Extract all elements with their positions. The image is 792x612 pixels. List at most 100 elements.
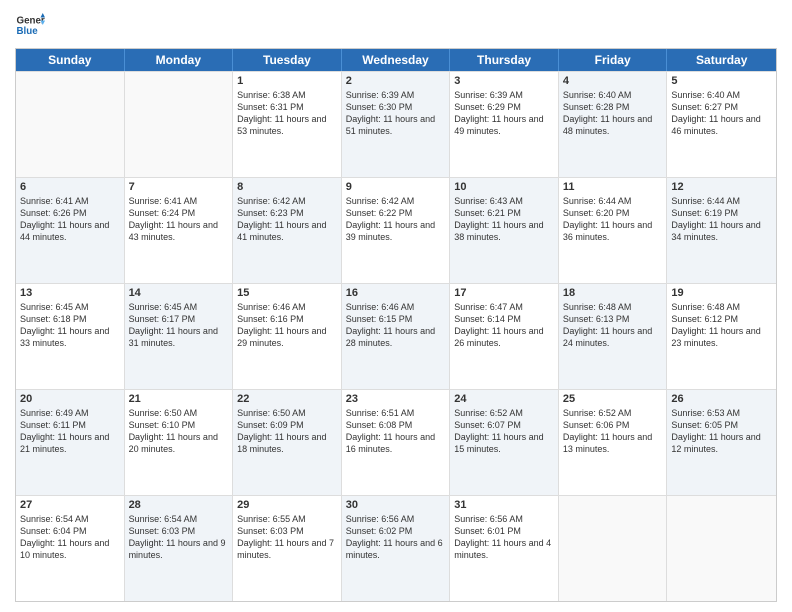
calendar-cell-26: 26 Sunrise: 6:53 AM Sunset: 6:05 PM Dayli… (667, 390, 776, 495)
day-info: Sunrise: 6:43 AM Sunset: 6:21 PM Dayligh… (454, 195, 554, 244)
day-info: Sunrise: 6:56 AM Sunset: 6:01 PM Dayligh… (454, 513, 554, 562)
calendar-cell-19: 19Sunrise: 6:48 AM Sunset: 6:12 PM Dayli… (667, 284, 776, 389)
calendar-cell-2: 2 Sunrise: 6:39 AM Sunset: 6:30 PM Daylig… (342, 72, 451, 177)
calendar-cell-12: 12 Sunrise: 6:44 AM Sunset: 6:19 PM Dayli… (667, 178, 776, 283)
calendar: SundayMondayTuesdayWednesdayThursdayFrid… (15, 48, 777, 602)
calendar-cell-24: 24 Sunrise: 6:52 AM Sunset: 6:07 PM Dayli… (450, 390, 559, 495)
calendar-cell-30: 30Sunrise: 6:56 AM Sunset: 6:02 PM Dayli… (342, 496, 451, 601)
day-info: Sunrise: 6:40 AM Sunset: 6:28 PM Dayligh… (563, 89, 663, 138)
day-number: 22 (237, 393, 337, 405)
day-info: Sunrise: 6:48 AM Sunset: 6:12 PM Dayligh… (671, 301, 772, 350)
calendar-cell-18: 18Sunrise: 6:48 AM Sunset: 6:13 PM Dayli… (559, 284, 668, 389)
day-info: Sunrise: 6:41 AM Sunset: 6:24 PM Dayligh… (129, 195, 229, 244)
weekday-header-friday: Friday (559, 49, 668, 71)
calendar-cell-13: 13 Sunrise: 6:45 AM Sunset: 6:18 PM Dayli… (16, 284, 125, 389)
calendar-cell-22: 22 Sunrise: 6:50 AM Sunset: 6:09 PM Dayli… (233, 390, 342, 495)
day-number: 8 (237, 181, 337, 193)
day-number: 31 (454, 499, 554, 511)
day-info: Sunrise: 6:38 AM Sunset: 6:31 PM Dayligh… (237, 89, 337, 138)
logo-icon: General Blue (15, 10, 45, 40)
day-number: 29 (237, 499, 337, 511)
calendar-cell-6: 6Sunrise: 6:41 AM Sunset: 6:26 PM Daylig… (16, 178, 125, 283)
day-info: Sunrise: 6:48 AM Sunset: 6:13 PM Dayligh… (563, 301, 663, 350)
day-info: Sunrise: 6:39 AM Sunset: 6:30 PM Dayligh… (346, 89, 446, 138)
day-number: 27 (20, 499, 120, 511)
day-number: 5 (671, 75, 772, 87)
svg-text:Blue: Blue (17, 26, 39, 37)
day-number: 24 (454, 393, 554, 405)
calendar-row-0: 1 Sunrise: 6:38 AM Sunset: 6:31 PM Daylig… (16, 71, 776, 177)
day-info: Sunrise: 6:49 AM Sunset: 6:11 PM Dayligh… (20, 407, 120, 456)
calendar-cell-23: 23 Sunrise: 6:51 AM Sunset: 6:08 PM Dayli… (342, 390, 451, 495)
calendar-cell-empty (16, 72, 125, 177)
calendar-body: 1 Sunrise: 6:38 AM Sunset: 6:31 PM Daylig… (16, 71, 776, 601)
calendar-cell-8: 8 Sunrise: 6:42 AM Sunset: 6:23 PM Daylig… (233, 178, 342, 283)
calendar-cell-14: 14 Sunrise: 6:45 AM Sunset: 6:17 PM Dayli… (125, 284, 234, 389)
day-info: Sunrise: 6:46 AM Sunset: 6:15 PM Dayligh… (346, 301, 446, 350)
calendar-cell-17: 17Sunrise: 6:47 AM Sunset: 6:14 PM Dayli… (450, 284, 559, 389)
day-info: Sunrise: 6:39 AM Sunset: 6:29 PM Dayligh… (454, 89, 554, 138)
day-info: Sunrise: 6:46 AM Sunset: 6:16 PM Dayligh… (237, 301, 337, 350)
calendar-cell-29: 29 Sunrise: 6:55 AM Sunset: 6:03 PM Dayli… (233, 496, 342, 601)
calendar-cell-empty (125, 72, 234, 177)
calendar-row-2: 13 Sunrise: 6:45 AM Sunset: 6:18 PM Dayli… (16, 283, 776, 389)
day-number: 6 (20, 181, 120, 193)
calendar-header: SundayMondayTuesdayWednesdayThursdayFrid… (16, 49, 776, 71)
calendar-cell-10: 10Sunrise: 6:43 AM Sunset: 6:21 PM Dayli… (450, 178, 559, 283)
day-number: 28 (129, 499, 229, 511)
day-info: Sunrise: 6:44 AM Sunset: 6:19 PM Dayligh… (671, 195, 772, 244)
day-info: Sunrise: 6:54 AM Sunset: 6:03 PM Dayligh… (129, 513, 229, 562)
day-number: 2 (346, 75, 446, 87)
day-number: 26 (671, 393, 772, 405)
calendar-cell-4: 4Sunrise: 6:40 AM Sunset: 6:28 PM Daylig… (559, 72, 668, 177)
day-info: Sunrise: 6:42 AM Sunset: 6:23 PM Dayligh… (237, 195, 337, 244)
calendar-row-1: 6Sunrise: 6:41 AM Sunset: 6:26 PM Daylig… (16, 177, 776, 283)
day-number: 23 (346, 393, 446, 405)
day-number: 25 (563, 393, 663, 405)
day-info: Sunrise: 6:55 AM Sunset: 6:03 PM Dayligh… (237, 513, 337, 562)
day-number: 20 (20, 393, 120, 405)
day-number: 13 (20, 287, 120, 299)
calendar-cell-empty (559, 496, 668, 601)
calendar-cell-9: 9 Sunrise: 6:42 AM Sunset: 6:22 PM Daylig… (342, 178, 451, 283)
day-info: Sunrise: 6:45 AM Sunset: 6:17 PM Dayligh… (129, 301, 229, 350)
weekday-header-tuesday: Tuesday (233, 49, 342, 71)
day-info: Sunrise: 6:42 AM Sunset: 6:22 PM Dayligh… (346, 195, 446, 244)
calendar-row-3: 20 Sunrise: 6:49 AM Sunset: 6:11 PM Dayli… (16, 389, 776, 495)
calendar-cell-21: 21Sunrise: 6:50 AM Sunset: 6:10 PM Dayli… (125, 390, 234, 495)
day-info: Sunrise: 6:51 AM Sunset: 6:08 PM Dayligh… (346, 407, 446, 456)
calendar-cell-28: 28 Sunrise: 6:54 AM Sunset: 6:03 PM Dayli… (125, 496, 234, 601)
day-info: Sunrise: 6:50 AM Sunset: 6:10 PM Dayligh… (129, 407, 229, 456)
calendar-cell-31: 31 Sunrise: 6:56 AM Sunset: 6:01 PM Dayli… (450, 496, 559, 601)
day-number: 14 (129, 287, 229, 299)
calendar-cell-15: 15Sunrise: 6:46 AM Sunset: 6:16 PM Dayli… (233, 284, 342, 389)
day-number: 11 (563, 181, 663, 193)
calendar-cell-7: 7 Sunrise: 6:41 AM Sunset: 6:24 PM Daylig… (125, 178, 234, 283)
day-info: Sunrise: 6:44 AM Sunset: 6:20 PM Dayligh… (563, 195, 663, 244)
calendar-cell-20: 20 Sunrise: 6:49 AM Sunset: 6:11 PM Dayli… (16, 390, 125, 495)
calendar-cell-5: 5 Sunrise: 6:40 AM Sunset: 6:27 PM Daylig… (667, 72, 776, 177)
day-number: 17 (454, 287, 554, 299)
day-info: Sunrise: 6:52 AM Sunset: 6:07 PM Dayligh… (454, 407, 554, 456)
day-info: Sunrise: 6:54 AM Sunset: 6:04 PM Dayligh… (20, 513, 120, 562)
calendar-cell-16: 16 Sunrise: 6:46 AM Sunset: 6:15 PM Dayli… (342, 284, 451, 389)
weekday-header-monday: Monday (125, 49, 234, 71)
day-number: 7 (129, 181, 229, 193)
day-info: Sunrise: 6:53 AM Sunset: 6:05 PM Dayligh… (671, 407, 772, 456)
calendar-cell-empty (667, 496, 776, 601)
day-number: 9 (346, 181, 446, 193)
weekday-header-thursday: Thursday (450, 49, 559, 71)
page-header: General Blue (15, 10, 777, 40)
day-number: 1 (237, 75, 337, 87)
day-number: 16 (346, 287, 446, 299)
day-info: Sunrise: 6:45 AM Sunset: 6:18 PM Dayligh… (20, 301, 120, 350)
day-number: 12 (671, 181, 772, 193)
day-info: Sunrise: 6:40 AM Sunset: 6:27 PM Dayligh… (671, 89, 772, 138)
day-info: Sunrise: 6:56 AM Sunset: 6:02 PM Dayligh… (346, 513, 446, 562)
day-number: 3 (454, 75, 554, 87)
weekday-header-wednesday: Wednesday (342, 49, 451, 71)
calendar-cell-25: 25Sunrise: 6:52 AM Sunset: 6:06 PM Dayli… (559, 390, 668, 495)
day-info: Sunrise: 6:50 AM Sunset: 6:09 PM Dayligh… (237, 407, 337, 456)
weekday-header-saturday: Saturday (667, 49, 776, 71)
calendar-cell-3: 3 Sunrise: 6:39 AM Sunset: 6:29 PM Daylig… (450, 72, 559, 177)
